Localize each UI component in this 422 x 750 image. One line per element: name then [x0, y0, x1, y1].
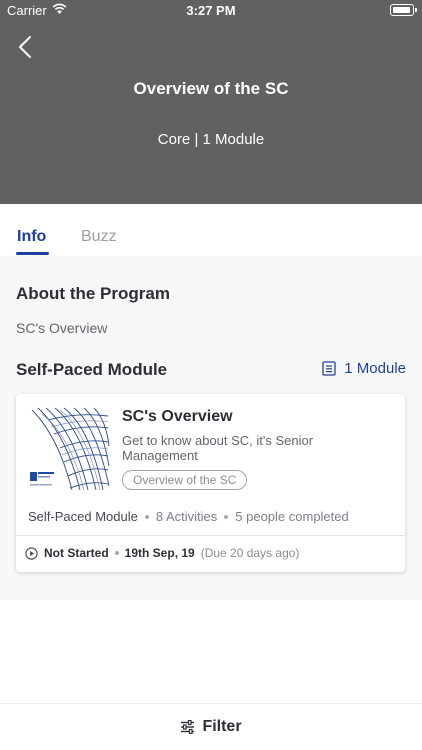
- module-description: Get to know about SC, it's Senior Manage…: [122, 433, 314, 463]
- module-count-label: 1 Module: [344, 360, 406, 377]
- list-document-icon: [322, 361, 336, 376]
- module-status: Not Started: [44, 546, 109, 560]
- about-text: SC's Overview: [16, 320, 108, 336]
- module-tag: Overview of the SC: [122, 470, 248, 490]
- chevron-left-icon: [19, 36, 31, 58]
- module-activities: 8 Activities: [155, 509, 218, 524]
- program-header: Carrier 3:27 PM Overview of the SC Core …: [0, 0, 422, 204]
- about-heading: About the Program: [16, 284, 170, 303]
- active-tab-indicator: [16, 252, 49, 255]
- module-due: (Due 20 days ago): [200, 546, 300, 560]
- program-content: About the Program SC's Overview Self-Pac…: [0, 256, 422, 600]
- status-time: 3:27 PM: [186, 3, 236, 18]
- module-type: Self-Paced Module: [28, 509, 138, 524]
- card-divider: [16, 535, 405, 536]
- module-count-link[interactable]: 1 Module: [322, 360, 406, 377]
- filter-button[interactable]: Filter: [0, 718, 422, 736]
- status-bar: Carrier 3:27 PM: [0, 0, 422, 22]
- module-card[interactable]: SC's Overview Get to know about SC, it's…: [16, 394, 405, 572]
- page-title: Overview of the SC: [133, 79, 289, 98]
- footer-bar: Filter: [0, 703, 422, 750]
- separator-dot: [224, 514, 229, 519]
- page-subtitle: Core | 1 Module: [157, 131, 265, 148]
- tab-buzz[interactable]: Buzz: [81, 228, 117, 246]
- sliders-icon: [181, 720, 195, 734]
- module-status-row: Not Started 19th Sep, 19 (Due 20 days ag…: [25, 546, 299, 560]
- module-completed: 5 people completed: [235, 509, 349, 524]
- back-button[interactable]: [14, 34, 40, 60]
- battery-icon: [390, 4, 417, 16]
- module-thumbnail: [28, 406, 110, 492]
- separator-dot: [114, 551, 119, 555]
- separator-dot: [144, 514, 149, 519]
- module-meta: Self-Paced Module 8 Activities 5 people …: [28, 509, 349, 524]
- filter-label: Filter: [202, 718, 242, 735]
- tab-info[interactable]: Info: [17, 228, 46, 246]
- module-title: SC's Overview: [122, 408, 233, 425]
- play-circle-icon: [25, 546, 38, 560]
- module-date: 19th Sep, 19: [124, 546, 195, 560]
- tab-bar: Info Buzz: [0, 204, 422, 256]
- module-heading: Self-Paced Module: [16, 360, 168, 379]
